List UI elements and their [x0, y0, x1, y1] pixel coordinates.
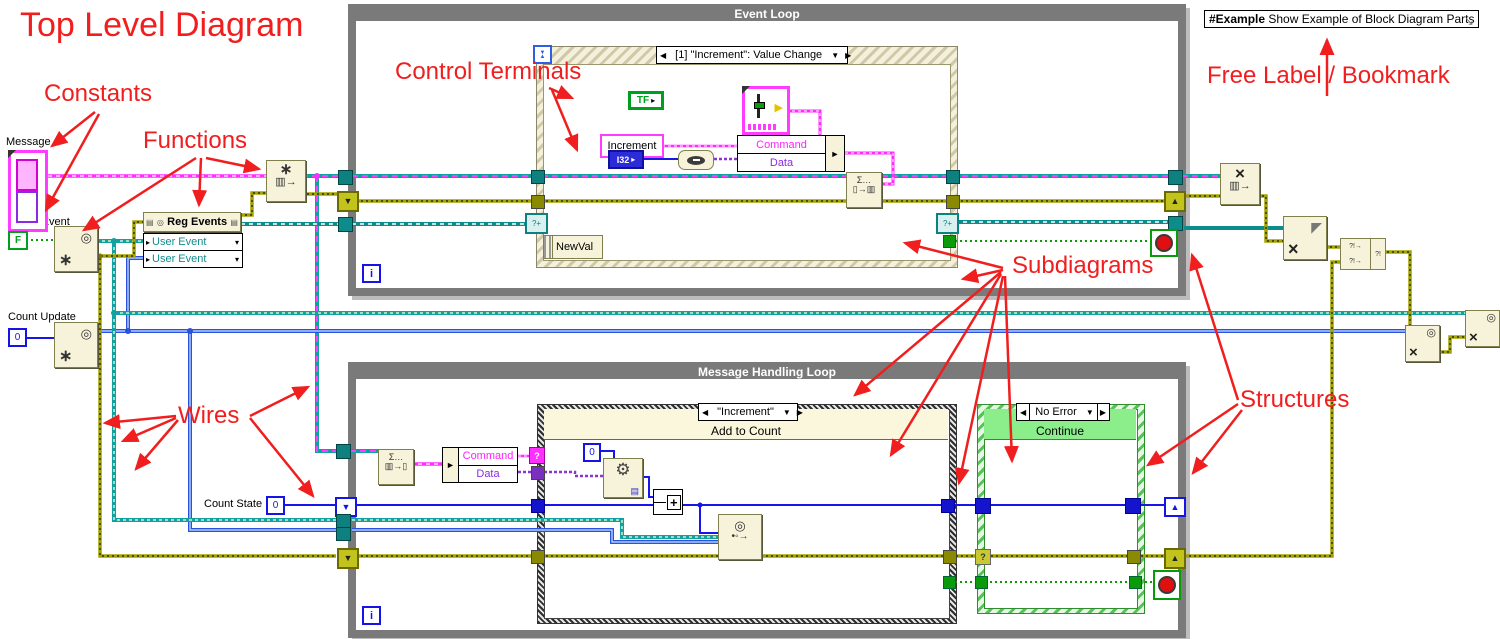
annotation-title: Top Level Diagram	[20, 6, 303, 45]
resize-handle-icon[interactable]: ↘	[1464, 14, 1474, 28]
annotation-free-label: Free Label / Bookmark	[1207, 62, 1450, 90]
annotation-structures: Structures	[1240, 386, 1349, 414]
annotation-arrows	[0, 0, 1500, 639]
bookmark-free-label[interactable]: #Example Show Example of Block Diagram P…	[1204, 10, 1479, 28]
bookmark-tag: #Example	[1209, 12, 1265, 26]
annotation-wires: Wires	[178, 402, 239, 430]
annotation-subdiagrams: Subdiagrams	[1012, 252, 1153, 280]
annotation-control-terminals: Control Terminals	[395, 58, 581, 86]
annotation-constants: Constants	[44, 80, 152, 108]
annotation-functions: Functions	[143, 127, 247, 155]
bookmark-text: Show Example of Block Diagram Parts	[1265, 12, 1474, 26]
